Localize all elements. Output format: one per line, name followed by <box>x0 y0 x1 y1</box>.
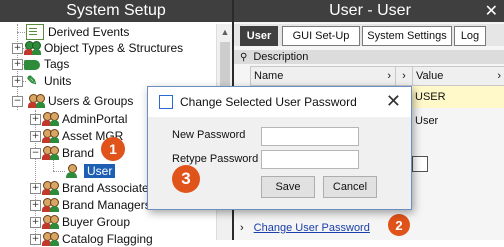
expand-icon[interactable]: + <box>30 183 41 194</box>
column-header-name[interactable]: Name › <box>250 66 396 86</box>
tree-item-label: Catalog Flagging <box>62 232 153 246</box>
tree-item-label: AdminPortal <box>62 112 128 126</box>
column-header-flag[interactable]: › <box>395 66 413 86</box>
retype-password-label: Retype Password <box>172 153 259 165</box>
tree-item-catalog-flagging[interactable]: Catalog Flagging <box>42 231 153 247</box>
tree-item-user-selected[interactable]: User <box>64 163 116 179</box>
user-group-icon <box>42 215 59 229</box>
chevron-right-icon: › <box>402 70 406 82</box>
window-icon <box>159 95 173 109</box>
expand-icon[interactable]: + <box>12 76 23 87</box>
value-text: User <box>415 115 439 127</box>
value-text: USER <box>415 91 446 103</box>
cancel-button[interactable]: Cancel <box>323 176 377 198</box>
tree-item-label: Object Types & Structures <box>44 41 184 55</box>
flag-checkbox[interactable] <box>412 156 428 172</box>
column-header-name-text: Name <box>254 70 284 82</box>
user-group-icon <box>42 198 59 212</box>
new-password-label: New Password <box>172 129 246 141</box>
save-button[interactable]: Save <box>261 176 315 198</box>
close-icon[interactable]: ✕ <box>485 1 498 21</box>
tree-item-buyer-group[interactable]: Buyer Group <box>42 214 130 230</box>
tree-item-label: Brand Associate <box>62 181 149 195</box>
collapse-icon[interactable]: − <box>30 148 41 159</box>
new-password-input[interactable] <box>261 127 359 146</box>
tree-item-label: Brand <box>62 146 95 160</box>
value-cell-id[interactable]: USER <box>412 86 504 108</box>
dialog-body: New Password Retype Password Save Cancel <box>148 117 411 209</box>
ruler-icon: ✎ <box>26 73 38 88</box>
expand-icon[interactable]: + <box>30 200 41 211</box>
tab-strip: User GUI Set-Up System Settings Log <box>234 24 504 46</box>
close-icon[interactable]: ✕ <box>386 91 401 112</box>
change-user-password-link[interactable]: Change User Password <box>254 222 370 234</box>
expand-icon[interactable]: + <box>30 114 41 125</box>
value-cell-name[interactable]: User <box>412 110 504 132</box>
tree-item-units[interactable]: ✎ Units <box>24 73 72 89</box>
user-icon <box>64 164 80 178</box>
chevron-right-icon: › <box>240 222 244 234</box>
tab-user[interactable]: User <box>240 26 278 46</box>
document-icon <box>26 24 44 40</box>
user-panel-title-text: User - User <box>329 2 411 19</box>
tree-item-label: Users & Groups <box>48 94 134 108</box>
tab-gui-setup[interactable]: GUI Set-Up <box>282 26 360 46</box>
tree-item-label: Brand Managers <box>62 198 151 212</box>
system-setup-title: System Setup <box>0 0 232 22</box>
user-group-icon <box>42 232 59 246</box>
change-password-row: › Change User Password <box>238 220 370 236</box>
tree-item-derived-events[interactable]: Derived Events <box>24 24 129 40</box>
collapse-icon[interactable]: − <box>12 96 23 107</box>
user-group-icon <box>42 181 59 195</box>
tree-item-label: Buyer Group <box>62 215 131 229</box>
scroll-up-arrow-icon[interactable]: ▲ <box>217 24 233 40</box>
pin-icon[interactable]: ⚲ <box>240 52 247 63</box>
retype-password-input[interactable] <box>261 150 359 169</box>
description-bar: ⚲ Description <box>234 50 504 64</box>
user-panel-title: User - User ✕ <box>234 0 504 22</box>
tree-item-tags[interactable]: Tags <box>24 56 69 72</box>
chevron-right-icon: › <box>387 70 391 82</box>
callout-badge-2: 2 <box>388 214 410 236</box>
user-group-icon <box>42 129 59 143</box>
column-header-value[interactable]: Value › <box>412 66 504 86</box>
tree-item-users-groups[interactable]: Users & Groups <box>28 93 133 109</box>
tree-item-object-types[interactable]: Object Types & Structures <box>24 40 183 56</box>
expand-icon[interactable]: + <box>30 217 41 228</box>
tree-item-label: Units <box>44 74 72 88</box>
tab-system-settings[interactable]: System Settings <box>362 26 452 46</box>
tree-item-brand-associate[interactable]: Brand Associate <box>42 180 149 196</box>
user-group-icon <box>42 112 59 126</box>
tree-item-brand-managers[interactable]: Brand Managers <box>42 197 151 213</box>
tree-item-label: Tags <box>44 57 70 71</box>
structure-icon <box>24 41 41 55</box>
tree-item-adminportal[interactable]: AdminPortal <box>42 111 127 127</box>
callout-badge-1: 1 <box>101 137 125 161</box>
chevron-right-icon: › <box>497 70 501 82</box>
tree-item-brand[interactable]: Brand <box>42 145 94 161</box>
dialog-title: Change Selected User Password <box>180 95 357 109</box>
tree-item-label: User <box>84 164 116 178</box>
description-label: Description <box>253 51 309 63</box>
expand-icon[interactable]: + <box>30 131 41 142</box>
expand-icon[interactable]: + <box>12 43 23 54</box>
tab-log[interactable]: Log <box>454 26 486 46</box>
dialog-titlebar[interactable]: Change Selected User Password ✕ <box>148 87 411 117</box>
tree-item-label: Derived Events <box>48 25 130 39</box>
user-group-icon <box>28 94 45 108</box>
user-group-icon <box>42 146 59 160</box>
column-header-value-text: Value <box>416 70 444 82</box>
tag-icon <box>24 60 40 70</box>
expand-icon[interactable]: + <box>12 59 23 70</box>
callout-badge-3: 3 <box>172 165 200 193</box>
